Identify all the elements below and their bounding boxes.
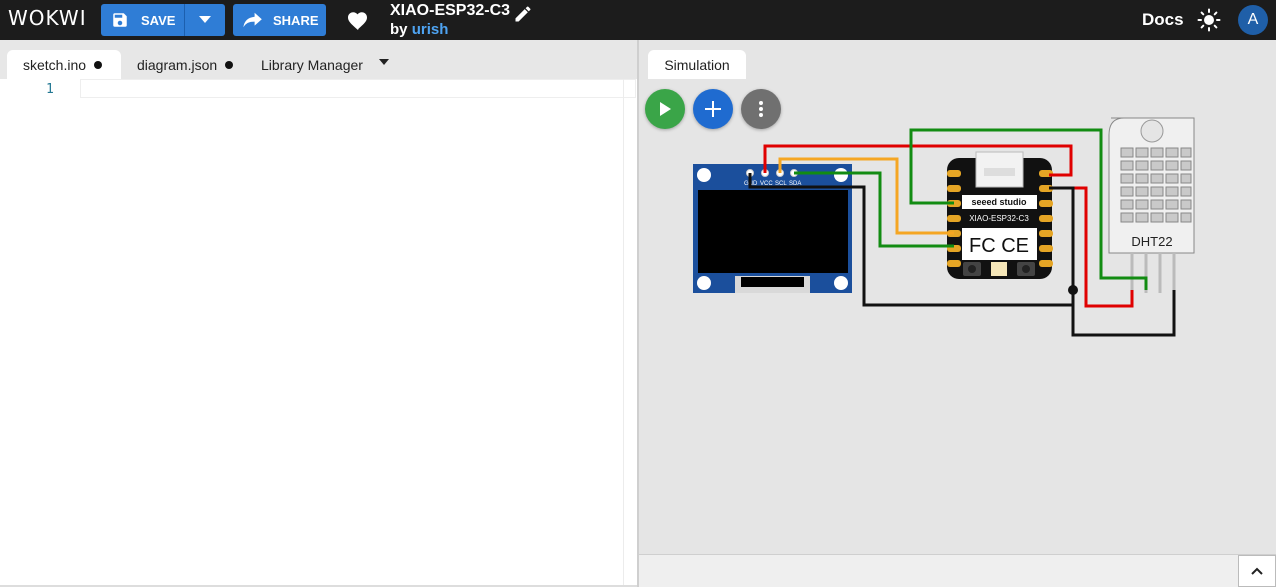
top-bar: WOKWI SAVE SHARE XIAO-ESP32-C3 by urish … xyxy=(0,0,1276,40)
sensor-label: DHT22 xyxy=(1131,234,1172,249)
save-options-button[interactable] xyxy=(184,4,225,36)
board-model-label: XIAO-ESP32-C3 xyxy=(969,214,1029,223)
more-options-button[interactable] xyxy=(741,89,781,129)
unsaved-dot-icon xyxy=(225,60,234,69)
dht22-sensor[interactable]: DHT22 xyxy=(1108,117,1195,293)
pencil-icon[interactable] xyxy=(513,4,533,24)
board-brand-label: seeed studio xyxy=(971,197,1027,207)
sun-icon[interactable] xyxy=(1197,8,1221,32)
more-vert-icon xyxy=(759,101,763,117)
circuit-canvas[interactable]: GND VCC SCL SDA seeed studio XIAO-ESP32-… xyxy=(639,40,1276,587)
tab-library-manager[interactable]: Library Manager xyxy=(245,50,385,79)
docs-link[interactable]: Docs xyxy=(1142,10,1184,30)
add-part-button[interactable] xyxy=(693,89,733,129)
save-icon xyxy=(113,13,127,27)
wokwi-logo[interactable]: WOKWI xyxy=(8,6,87,30)
save-button[interactable]: SAVE xyxy=(101,4,184,36)
current-line-highlight xyxy=(80,79,636,98)
save-label: SAVE xyxy=(141,12,176,28)
editor-tab-bar: sketch.ino diagram.json Library Manager xyxy=(0,40,637,79)
chevron-up-icon xyxy=(1251,567,1263,575)
project-title: XIAO-ESP32-C3 xyxy=(390,2,511,19)
editor-pane: sketch.ino diagram.json Library Manager … xyxy=(0,40,637,587)
expand-console-button[interactable] xyxy=(1238,555,1276,587)
chevron-down-icon xyxy=(199,16,211,23)
simulation-footer xyxy=(639,554,1276,587)
unsaved-dot-icon xyxy=(94,60,103,69)
board-cert-label: FC CE xyxy=(969,235,1029,257)
project-byline: by urish xyxy=(390,21,448,38)
editor-scrollbar[interactable] xyxy=(623,79,637,587)
save-button-group: SAVE xyxy=(101,4,225,36)
avatar[interactable]: A xyxy=(1238,5,1268,35)
tab-label: Library Manager xyxy=(261,56,363,73)
simulation-pane: Simulation GND VCC SCL SDA seeed studio … xyxy=(639,40,1276,587)
tab-label: diagram.json xyxy=(137,56,218,73)
author-link[interactable]: urish xyxy=(412,21,449,38)
share-label: SHARE xyxy=(273,12,319,28)
play-icon xyxy=(660,102,671,116)
start-simulation-button[interactable] xyxy=(645,89,685,129)
plus-icon xyxy=(705,101,721,117)
share-icon xyxy=(243,12,262,28)
xiao-esp32c3-board[interactable]: seeed studio XIAO-ESP32-C3 FC CE xyxy=(947,151,1053,279)
code-editor[interactable]: 1 xyxy=(0,79,637,587)
tab-label: sketch.ino xyxy=(23,56,87,73)
oled-display[interactable]: GND VCC SCL SDA xyxy=(693,164,852,293)
by-label: by xyxy=(390,21,408,38)
heart-icon[interactable] xyxy=(346,9,370,31)
chevron-down-icon[interactable] xyxy=(379,59,389,65)
share-button[interactable]: SHARE xyxy=(233,4,326,36)
line-number: 1 xyxy=(46,82,54,97)
tab-diagram-json[interactable]: diagram.json xyxy=(121,50,246,79)
tab-sketch-ino[interactable]: sketch.ino xyxy=(7,50,121,79)
